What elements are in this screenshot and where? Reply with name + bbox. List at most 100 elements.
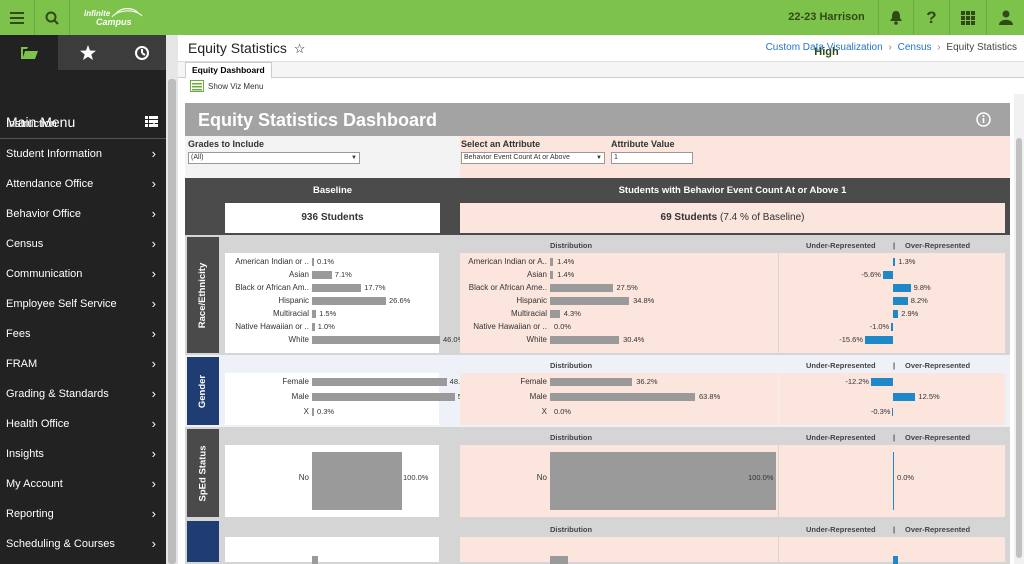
sidebar-item-reporting[interactable]: Reporting › — [0, 499, 166, 529]
representation-panel — [779, 537, 1005, 564]
sidebar: Main Menu Instruction › Student Informatio… — [0, 35, 166, 564]
representation-value: 1.3% — [898, 257, 916, 266]
page-scroll-thumb[interactable] — [1016, 138, 1022, 558]
attribute-value-input[interactable]: 1 — [611, 152, 693, 164]
page-scrollbar[interactable] — [1014, 94, 1024, 564]
distribution-row-label: X — [541, 407, 547, 416]
sidebar-item-label: Scheduling & Courses — [6, 538, 115, 550]
menu-toggle-button[interactable] — [0, 0, 35, 35]
breadcrumb-sep-icon: › — [888, 42, 892, 53]
sidebar-scroll-thumb[interactable] — [168, 79, 176, 564]
representation-bar — [882, 271, 893, 279]
baseline-row-label: Female — [282, 377, 309, 386]
sidebar-item-label: Student Information — [6, 148, 103, 160]
sidebar-item-my-account[interactable]: My Account › — [0, 469, 166, 499]
attribute-dropdown[interactable]: Behavior Event Count At or Above ▼ — [461, 152, 605, 164]
baseline-bar — [312, 323, 315, 331]
sidebar-item-insights[interactable]: Insights › — [0, 439, 166, 469]
section-title-box: Gender — [187, 357, 219, 425]
search-button[interactable] — [35, 0, 70, 35]
representation-value: -12.2% — [845, 377, 870, 386]
sidebar-item-employee-self-service[interactable]: Employee Self Service › — [0, 289, 166, 319]
sidebar-item-communication[interactable]: Communication › — [0, 259, 166, 289]
sidebar-item-label: Behavior Office — [6, 208, 82, 220]
distribution-bar — [550, 336, 620, 344]
baseline-row-label: American Indian or .. — [235, 257, 309, 266]
attribute-dropdown-value: Behavior Event Count At or Above — [464, 154, 570, 161]
baseline-value: 0.3% — [317, 407, 335, 416]
representation-bar — [893, 393, 916, 401]
sidebar-item-fees[interactable]: Fees › — [0, 319, 166, 349]
section-gender: Gender Distribution Under-Represented | Over… — [185, 355, 1010, 427]
distribution-bar — [550, 297, 630, 305]
representation-panel: 1.3% -5.6% 9.8% 8.2% 2.9% -1.0% -15.6% — [779, 253, 1005, 353]
sidebar-item-attendance-office[interactable]: Attendance Office › — [0, 169, 166, 199]
sidebar-item-health-office[interactable]: Health Office › — [0, 409, 166, 439]
favorite-star-icon[interactable]: ☆ — [294, 41, 306, 56]
representation-value: 9.8% — [913, 283, 931, 292]
notifications-button[interactable] — [878, 0, 914, 35]
sidebar-item-label: Employee Self Service — [6, 298, 117, 310]
over-represented-header: Over-Represented — [905, 433, 971, 442]
distribution-bar — [550, 556, 569, 564]
sidebar-item-student-information[interactable]: Student Information › — [0, 139, 166, 169]
baseline-bar — [312, 452, 402, 510]
baseline-row-label: White — [288, 335, 309, 344]
distribution-row-label: Male — [529, 392, 547, 401]
breadcrumb-link-1[interactable]: Custom Data Visualization — [766, 42, 883, 53]
distribution-bar — [550, 258, 554, 266]
sidebar-item-label: Reporting — [6, 508, 54, 520]
section-title: Gender — [197, 374, 209, 408]
distribution-bar — [550, 271, 554, 279]
chevron-right-icon: › — [151, 386, 156, 401]
help-button[interactable]: ? — [914, 0, 950, 35]
distribution-value: 0.0% — [554, 407, 572, 416]
distribution-value: 63.8% — [699, 392, 721, 401]
section-title: SpEd Status — [197, 445, 209, 501]
chevron-right-icon: › — [151, 296, 156, 311]
dashboard-title: Equity Statistics Dashboard — [198, 110, 438, 130]
school-selector[interactable]: 22-23 Harrison High — [775, 0, 878, 58]
representation-value: 2.9% — [901, 309, 919, 318]
user-account-button[interactable] — [987, 0, 1024, 35]
sidebar-item-scheduling-courses[interactable]: Scheduling & Courses › — [0, 529, 166, 559]
sidebar-item-label: Attendance Office — [6, 178, 94, 190]
dropdown-arrow-icon: ▼ — [596, 155, 602, 161]
distribution-row-label: White — [526, 335, 547, 344]
sidebar-item-census[interactable]: Census › — [0, 229, 166, 259]
summary-header: Baseline Students with Behavior Event Co… — [185, 178, 1010, 235]
tab-equity-dashboard[interactable]: Equity Dashboard — [185, 62, 272, 78]
grades-dropdown[interactable]: (All) ▼ — [188, 152, 360, 164]
info-icon[interactable] — [976, 112, 991, 127]
chevron-right-icon: › — [151, 416, 156, 431]
sidebar-item-behavior-office[interactable]: Behavior Office › — [0, 199, 166, 229]
chevron-right-icon: › — [151, 206, 156, 221]
dropdown-arrow-icon: ▼ — [351, 155, 357, 161]
chevron-right-icon: › — [151, 266, 156, 281]
distribution-value: 30.4% — [623, 335, 645, 344]
sidebar-item-label: FRAM — [6, 358, 38, 370]
show-viz-menu-button[interactable]: Show Viz Menu — [190, 78, 263, 94]
tab-folder[interactable] — [0, 35, 58, 70]
under-represented-header: Under-Represented — [806, 525, 876, 534]
representation-bar — [893, 556, 899, 564]
star-icon — [80, 45, 96, 60]
hamburger-icon — [10, 11, 24, 24]
subset-percent: (7.4 % of Baseline) — [719, 212, 805, 223]
sidebar-item-fram[interactable]: FRAM › — [0, 349, 166, 379]
sidebar-item-grading-standards[interactable]: Grading & Standards › — [0, 379, 166, 409]
sidebar-item-instruction[interactable]: Instruction › — [0, 109, 166, 139]
over-represented-header: Over-Represented — [905, 525, 971, 534]
attribute-value-text: 1 — [614, 154, 618, 161]
tab-favorites[interactable] — [58, 35, 118, 70]
sidebar-item-label: My Account — [6, 478, 63, 490]
tab-bar: Equity Dashboard — [178, 62, 1024, 78]
over-represented-header: Over-Represented — [905, 361, 971, 370]
sidebar-scrollbar[interactable] — [166, 35, 178, 564]
apps-button[interactable] — [950, 0, 987, 35]
baseline-bar — [312, 336, 440, 344]
baseline-value: 100.0% — [403, 473, 429, 482]
breadcrumb-link-2[interactable]: Census — [898, 42, 932, 53]
section-sped-status: SpEd Status Distribution Under-Represented… — [185, 427, 1010, 519]
tab-history[interactable] — [118, 35, 166, 70]
